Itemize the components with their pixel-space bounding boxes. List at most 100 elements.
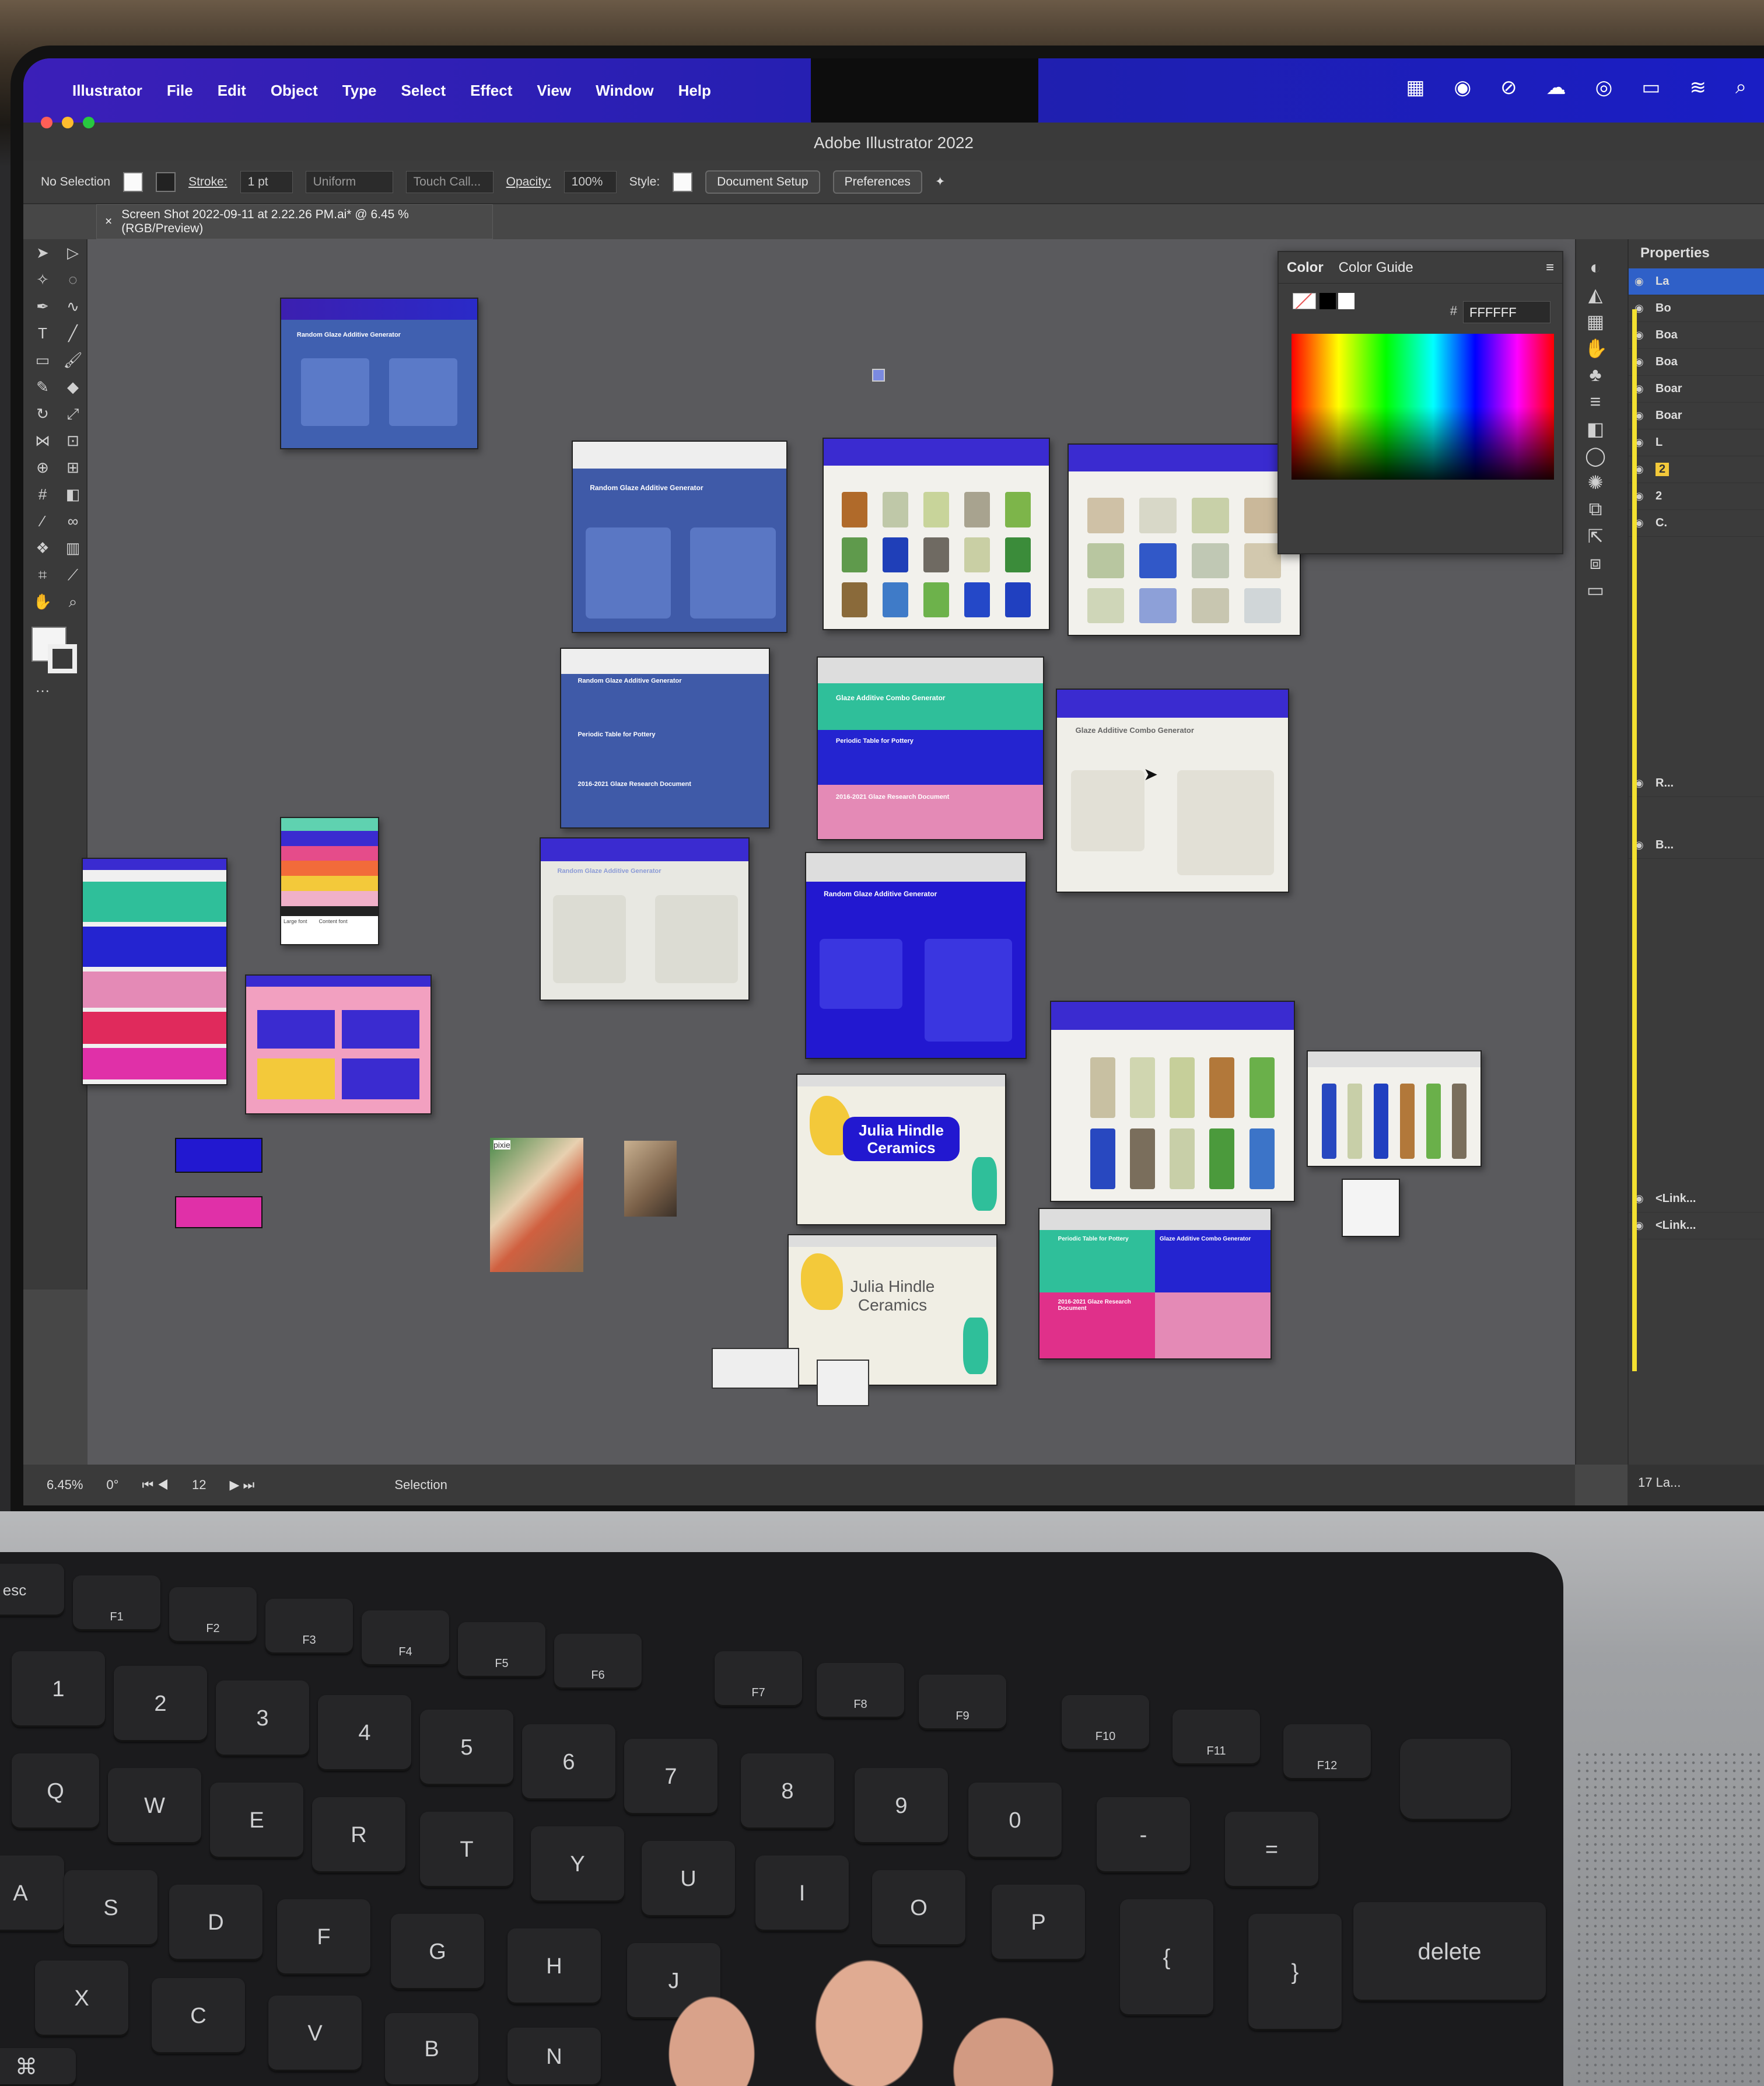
key-1[interactable]: 1 xyxy=(12,1651,105,1727)
key-d[interactable]: D xyxy=(169,1885,262,1961)
glaze-swatch[interactable] xyxy=(1090,1128,1115,1189)
photo-vase[interactable] xyxy=(624,1141,677,1217)
artboard-home-blue[interactable]: Random Glaze Additive Generator Periodic… xyxy=(560,648,770,829)
vase-outline-icon[interactable] xyxy=(817,1360,869,1406)
arrange-icon[interactable]: ✦ xyxy=(935,174,946,189)
visibility-icon[interactable]: ◉ xyxy=(1634,275,1650,288)
key-x[interactable]: X xyxy=(35,1961,128,2036)
key-bracket-right[interactable]: } xyxy=(1248,1914,1342,2031)
key-e[interactable]: E xyxy=(210,1783,303,1858)
key-a[interactable]: A xyxy=(0,1856,64,1931)
pen-tool-icon[interactable]: ✒ xyxy=(32,298,54,320)
artboard-glazes-grid-2[interactable] xyxy=(1068,443,1301,636)
perspective-grid-icon[interactable]: ⊞ xyxy=(62,459,84,481)
glaze-swatch[interactable] xyxy=(1244,543,1282,578)
artboard-combo-teal[interactable]: Glaze Additive Combo Generator Periodic … xyxy=(817,656,1044,840)
key-f12[interactable]: F12 xyxy=(1283,1724,1371,1780)
photo-pottery[interactable]: pixie xyxy=(490,1138,583,1272)
width-tool-icon[interactable]: ⋈ xyxy=(32,432,54,454)
glaze-swatch[interactable] xyxy=(1374,1083,1389,1159)
glaze-swatch[interactable] xyxy=(1139,498,1177,533)
menu-edit[interactable]: Edit xyxy=(218,82,246,100)
stroke-swatch[interactable] xyxy=(156,172,176,192)
artboard-pink-tiles[interactable] xyxy=(245,974,432,1114)
glaze-swatch[interactable] xyxy=(1244,588,1282,624)
vpn-icon[interactable]: ⊘ xyxy=(1500,76,1517,99)
document-tab[interactable]: × Screen Shot 2022-09-11 at 2.22.26 PM.a… xyxy=(96,204,493,239)
menu-help[interactable]: Help xyxy=(678,82,711,100)
zoom-level[interactable]: 6.45% xyxy=(47,1477,83,1493)
libraries-icon[interactable]: ◐ xyxy=(1584,257,1606,279)
glaze-swatch[interactable] xyxy=(1209,1057,1235,1118)
glaze-swatch[interactable] xyxy=(1426,1083,1441,1159)
key-c[interactable]: C xyxy=(152,1978,245,2054)
glaze-swatch[interactable] xyxy=(882,492,908,527)
layer-row[interactable]: ◉ 2 xyxy=(1629,483,1764,510)
opacity-field[interactable]: 100% xyxy=(564,170,617,193)
key-f11[interactable]: F11 xyxy=(1172,1710,1260,1765)
key-4[interactable]: 4 xyxy=(318,1695,411,1771)
glaze-swatch[interactable] xyxy=(1209,1128,1235,1189)
layer-row[interactable]: ◉ C. xyxy=(1629,510,1764,537)
menu-view[interactable]: View xyxy=(537,82,571,100)
key-minus[interactable]: - xyxy=(1097,1797,1190,1873)
artboard-generator-small[interactable]: Random Glaze Additive Generator xyxy=(280,298,478,449)
eraser-icon[interactable]: ◆ xyxy=(62,378,84,400)
artboard-combo-teal-2[interactable]: Glaze Additive Combo Generator Periodic … xyxy=(1038,1208,1272,1360)
glaze-swatch[interactable] xyxy=(964,582,991,618)
wifi-icon[interactable]: ≋ xyxy=(1689,76,1706,99)
rotate-tool-icon[interactable]: ↻ xyxy=(32,405,54,427)
gradient-tool-icon[interactable]: ◧ xyxy=(62,485,84,508)
button-blue[interactable] xyxy=(175,1138,262,1173)
artboards-panel-icon[interactable]: ⧈ xyxy=(1584,552,1606,574)
brush-select[interactable]: Touch Call... xyxy=(405,170,494,193)
key-f4[interactable]: F4 xyxy=(362,1610,449,1666)
key-f5[interactable]: F5 xyxy=(458,1622,545,1678)
shape-builder-icon[interactable]: ⊕ xyxy=(32,459,54,481)
stroke-profile-select[interactable]: Uniform xyxy=(305,170,393,193)
paintbrush-icon[interactable]: 🖌 xyxy=(62,351,84,373)
eyedropper-icon[interactable]: ⁄ xyxy=(32,512,54,534)
artboard-glazes-small[interactable] xyxy=(1307,1050,1482,1167)
comments-icon[interactable]: ▭ xyxy=(1584,579,1606,601)
close-window-icon[interactable] xyxy=(41,117,52,128)
style-swatch[interactable] xyxy=(673,172,693,192)
search-icon[interactable]: ⌕ xyxy=(1735,76,1746,99)
key-0[interactable]: 0 xyxy=(968,1783,1062,1858)
zoom-window-icon[interactable] xyxy=(83,117,94,128)
glaze-swatch[interactable] xyxy=(964,492,991,527)
key-f2[interactable]: F2 xyxy=(169,1587,257,1643)
mesh-tool-icon[interactable]: # xyxy=(32,485,54,508)
panel-menu-icon[interactable]: ≡ xyxy=(1546,260,1554,276)
key-t[interactable]: T xyxy=(420,1812,513,1888)
key-s[interactable]: S xyxy=(64,1870,158,1946)
glaze-swatch[interactable] xyxy=(964,537,991,572)
glaze-swatch[interactable] xyxy=(1129,1057,1155,1118)
preferences-button[interactable]: Preferences xyxy=(832,170,922,194)
glaze-swatch[interactable] xyxy=(1192,498,1229,533)
artboard-mobile-combo[interactable] xyxy=(82,858,228,1085)
menu-select[interactable]: Select xyxy=(401,82,446,100)
artboard-glazes-grid[interactable] xyxy=(822,438,1050,630)
magic-wand-icon[interactable]: ✧ xyxy=(32,271,54,293)
artboard-generator-royal[interactable]: Random Glaze Additive Generator xyxy=(805,852,1027,1059)
document-setup-button[interactable]: Document Setup xyxy=(705,170,820,194)
key-r[interactable]: R xyxy=(312,1797,405,1873)
key-6[interactable]: 6 xyxy=(522,1724,615,1800)
menu-effect[interactable]: Effect xyxy=(470,82,512,100)
glaze-swatch[interactable] xyxy=(882,537,908,572)
glaze-swatch[interactable] xyxy=(923,537,950,572)
glaze-swatch[interactable] xyxy=(1249,1057,1275,1118)
layer-row[interactable]: ◉ Boar xyxy=(1629,376,1764,403)
graph-tool-icon[interactable]: ▥ xyxy=(62,539,84,561)
glaze-swatch[interactable] xyxy=(1087,588,1124,624)
appearance-icon[interactable]: ◯ xyxy=(1584,445,1606,467)
button-magenta[interactable] xyxy=(175,1196,262,1228)
key-i[interactable]: I xyxy=(755,1856,849,1931)
glaze-swatch[interactable] xyxy=(1192,543,1229,578)
layer-row[interactable]: ◉ Bo xyxy=(1629,295,1764,322)
layer-row[interactable]: ◉ L xyxy=(1629,429,1764,456)
teapot-outline-icon[interactable] xyxy=(712,1348,799,1389)
key-2[interactable]: 2 xyxy=(114,1666,207,1742)
artboard-tool-icon[interactable]: ⌗ xyxy=(32,566,54,588)
